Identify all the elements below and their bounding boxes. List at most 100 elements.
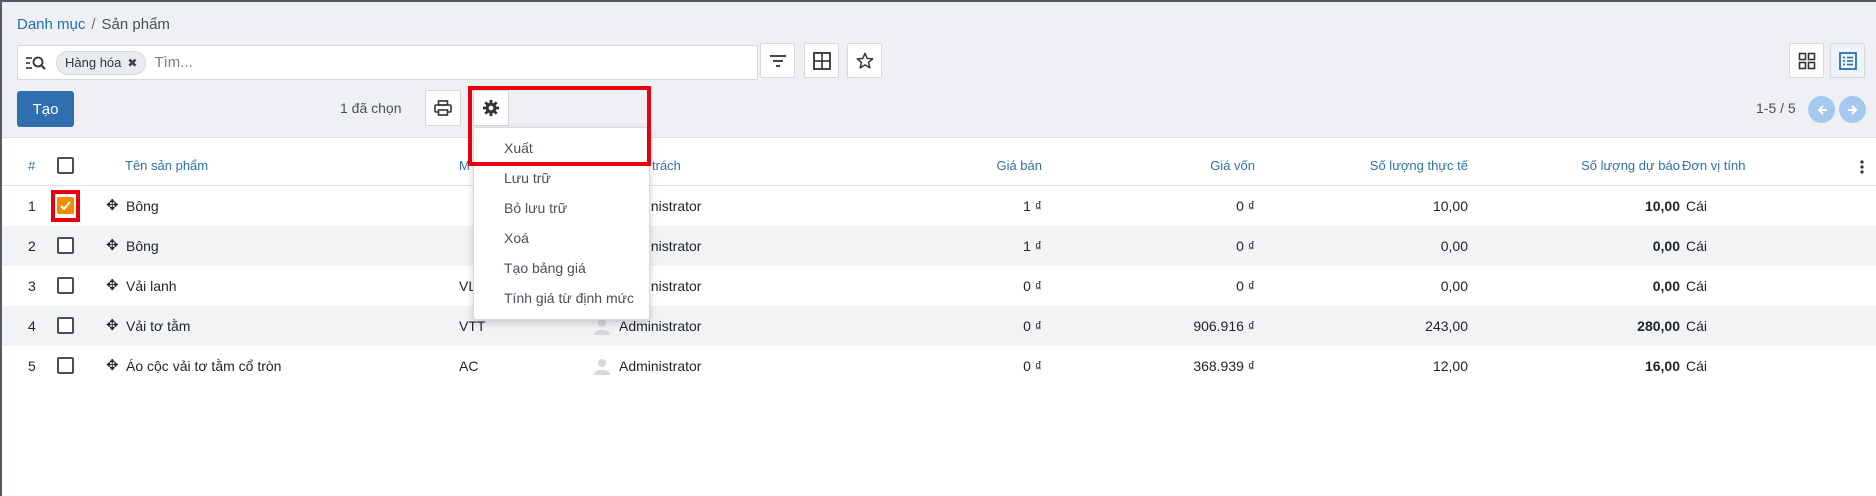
cost-price: 0 ₫ bbox=[1236, 278, 1255, 294]
product-name: Áo cộc vải tơ tằm cổ tròn bbox=[126, 358, 282, 374]
search-input[interactable] bbox=[154, 54, 715, 71]
header-qty-actual[interactable]: Số lượng thực tế bbox=[1302, 146, 1468, 186]
pager-previous-button[interactable] bbox=[1808, 96, 1835, 123]
qty-forecast: 10,00 bbox=[1644, 198, 1680, 214]
cost-price: 906.916 ₫ bbox=[1193, 318, 1255, 334]
table-row[interactable]: 2 ✥ Bông Administrator 1 ₫ 0 ₫ 0,00 0,00… bbox=[2, 226, 1876, 266]
responsible-user: Administrator bbox=[619, 358, 702, 374]
sale-price: 1 ₫ bbox=[1023, 238, 1042, 254]
sale-price: 0 ₫ bbox=[1023, 278, 1042, 294]
search-bar[interactable]: Hàng hóa ✖ bbox=[17, 45, 758, 80]
column-options-icon[interactable] bbox=[1860, 146, 1870, 186]
drag-handle-icon[interactable]: ✥ bbox=[106, 346, 119, 386]
header-responsible[interactable]: trách bbox=[652, 146, 681, 186]
highlight-box bbox=[468, 86, 651, 166]
sale-price: 0 ₫ bbox=[1023, 318, 1042, 334]
table-row[interactable]: 1 ✥ Bông Administrator 1 ₫ 0 ₫ 10,00 10,… bbox=[2, 186, 1876, 226]
table-row[interactable]: 4 ✥ Vải tơ tằm VTT Administrator 0 ₫ 906… bbox=[2, 306, 1876, 346]
group-by-button[interactable] bbox=[804, 43, 839, 78]
product-name: Vải tơ tằm bbox=[126, 318, 191, 334]
cost-price: 0 ₫ bbox=[1236, 238, 1255, 254]
print-icon bbox=[434, 100, 452, 116]
create-button[interactable]: Tạo bbox=[17, 91, 74, 127]
row-index: 2 bbox=[28, 238, 36, 254]
qty-actual: 10,00 bbox=[1432, 198, 1468, 214]
product-code: AC bbox=[459, 358, 479, 374]
menu-item-create-pricelist[interactable]: Tạo bảng giá bbox=[504, 260, 586, 276]
header-name[interactable]: Tên sản phẩm bbox=[125, 146, 208, 186]
table-header: # Tên sản phẩm M trách Giá bán Giá vốn S… bbox=[2, 146, 1876, 186]
product-name: Bông bbox=[126, 198, 159, 214]
pager-next-button[interactable] bbox=[1839, 96, 1866, 123]
chevron-left-icon bbox=[1817, 104, 1827, 115]
header-index: # bbox=[28, 158, 36, 173]
breadcrumb-current: Sản phẩm bbox=[101, 16, 170, 33]
uom: Cái bbox=[1686, 238, 1708, 254]
row-index: 5 bbox=[28, 358, 36, 374]
header-qty-forecast[interactable]: Số lượng dự báo bbox=[1502, 146, 1680, 186]
filter-button[interactable] bbox=[760, 43, 795, 78]
header-cost[interactable]: Giá vốn bbox=[1102, 146, 1255, 186]
row-checkbox[interactable] bbox=[57, 237, 74, 254]
qty-actual: 0,00 bbox=[1440, 278, 1468, 294]
qty-forecast: 0,00 bbox=[1652, 278, 1680, 294]
row-checkbox[interactable] bbox=[57, 357, 74, 374]
list-view-button[interactable] bbox=[1830, 43, 1865, 78]
list-view-icon bbox=[1838, 51, 1857, 70]
product-name: Bông bbox=[126, 238, 159, 254]
qty-forecast: 280,00 bbox=[1637, 318, 1680, 334]
table-row[interactable]: 3 ✥ Vải lanh VL Administrator 0 ₫ 0 ₫ 0,… bbox=[2, 266, 1876, 306]
qty-actual: 243,00 bbox=[1425, 318, 1468, 334]
breadcrumb-separator: / bbox=[91, 16, 96, 33]
sale-price: 1 ₫ bbox=[1023, 198, 1042, 214]
row-index: 1 bbox=[28, 198, 36, 214]
cost-price: 0 ₫ bbox=[1236, 198, 1255, 214]
search-facet: Hàng hóa ✖ bbox=[56, 50, 147, 75]
control-panel: Danh mục / Sản phẩm Hàng hóa ✖ Tìm... Tạ… bbox=[2, 2, 1876, 138]
uom: Cái bbox=[1686, 358, 1708, 374]
header-uom[interactable]: Đơn vị tính bbox=[1682, 146, 1745, 186]
uom: Cái bbox=[1686, 198, 1708, 214]
drag-handle-icon[interactable]: ✥ bbox=[106, 266, 119, 306]
menu-item-archive[interactable]: Lưu trữ bbox=[504, 170, 551, 186]
drag-handle-icon[interactable]: ✥ bbox=[106, 226, 119, 266]
uom: Cái bbox=[1686, 278, 1708, 294]
menu-item-unarchive[interactable]: Bỏ lưu trữ bbox=[504, 200, 567, 216]
breadcrumb-parent[interactable]: Danh mục bbox=[17, 16, 85, 33]
kanban-view-button[interactable] bbox=[1789, 43, 1824, 78]
drag-handle-icon[interactable]: ✥ bbox=[106, 306, 119, 346]
filter-icon bbox=[769, 54, 786, 67]
qty-actual: 0,00 bbox=[1440, 238, 1468, 254]
search-icon[interactable] bbox=[24, 53, 48, 73]
drag-handle-icon[interactable]: ✥ bbox=[106, 186, 119, 226]
product-name: Vải lanh bbox=[126, 278, 177, 294]
row-index: 4 bbox=[28, 318, 36, 334]
header-price[interactable]: Giá bán bbox=[942, 146, 1042, 186]
row-checkbox[interactable] bbox=[57, 317, 74, 334]
qty-forecast: 0,00 bbox=[1652, 238, 1680, 254]
menu-item-compute-price-from-bom[interactable]: Tính giá từ định mức bbox=[504, 290, 634, 306]
cost-price: 368.939 ₫ bbox=[1193, 358, 1255, 374]
group-by-icon bbox=[812, 51, 831, 70]
product-list-table: # Tên sản phẩm M trách Giá bán Giá vốn S… bbox=[2, 146, 1876, 386]
breadcrumb: Danh mục / Sản phẩm bbox=[17, 16, 170, 33]
qty-forecast: 16,00 bbox=[1644, 358, 1680, 374]
pager-value[interactable]: 1-5 / 5 bbox=[1756, 100, 1796, 116]
star-icon bbox=[856, 52, 873, 69]
highlight-box bbox=[51, 190, 80, 222]
row-checkbox[interactable] bbox=[57, 277, 74, 294]
table-row[interactable]: 5 ✥ Áo cộc vải tơ tằm cổ tròn AC Adminis… bbox=[2, 346, 1876, 386]
kanban-view-icon bbox=[1798, 52, 1815, 69]
menu-item-delete[interactable]: Xoá bbox=[504, 230, 529, 246]
print-button[interactable] bbox=[425, 90, 461, 126]
selected-count: 1 đã chọn bbox=[340, 100, 402, 116]
uom: Cái bbox=[1686, 318, 1708, 334]
select-all-checkbox[interactable] bbox=[57, 157, 74, 174]
qty-actual: 12,00 bbox=[1432, 358, 1468, 374]
chevron-right-icon bbox=[1847, 104, 1857, 115]
close-icon[interactable]: ✖ bbox=[127, 56, 137, 70]
avatar-icon bbox=[594, 359, 610, 375]
search-facet-label: Hàng hóa bbox=[65, 55, 122, 70]
favorites-button[interactable] bbox=[847, 43, 882, 78]
sale-price: 0 ₫ bbox=[1023, 358, 1042, 374]
